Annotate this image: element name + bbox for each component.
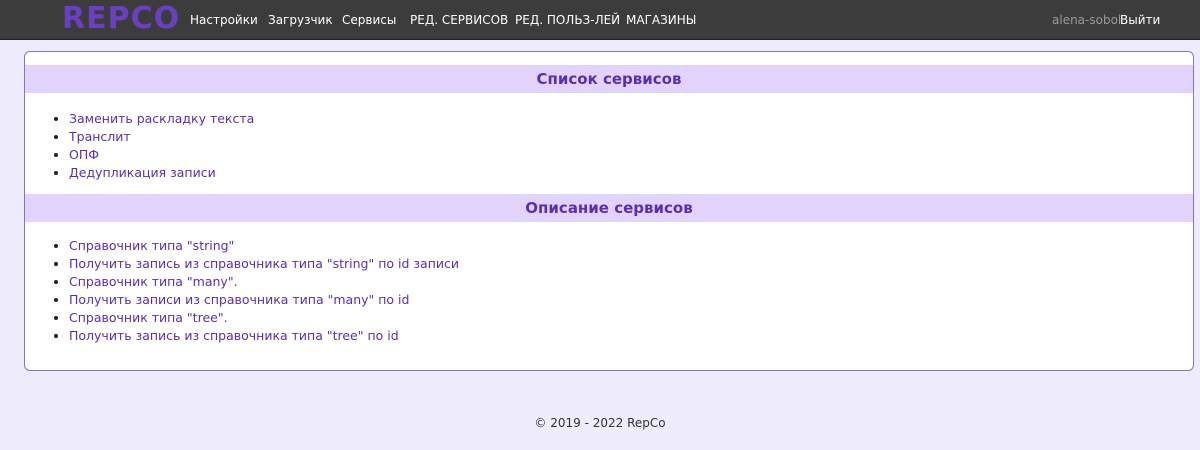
main-panel: Список сервисов Заменить раскладку текст… (24, 51, 1194, 371)
description-link-string[interactable]: Справочник типа "string" (69, 238, 234, 253)
nav-settings[interactable]: Настройки (190, 12, 258, 28)
nav-edit-services[interactable]: РЕД. СЕРВИСОВ (410, 12, 508, 28)
logout-link[interactable]: Выйти (1120, 12, 1160, 28)
services-description-title: Описание сервисов (25, 194, 1193, 222)
service-link-layout-swap[interactable]: Заменить раскладку текста (69, 111, 254, 126)
nav-services[interactable]: Сервисы (342, 12, 396, 28)
service-link-opf[interactable]: ОПФ (69, 147, 99, 162)
list-item: ОПФ (69, 146, 254, 164)
list-item: Справочник типа "tree". (69, 309, 459, 327)
list-item: Транслит (69, 128, 254, 146)
current-user: alena-sobol (1052, 13, 1122, 27)
list-item: Справочник типа "string" (69, 237, 459, 255)
brand-logo[interactable]: REPCO (62, 2, 180, 36)
list-item: Справочник типа "many". (69, 273, 459, 291)
nav-shops[interactable]: МАГАЗИНЫ (626, 12, 696, 28)
description-link-many[interactable]: Справочник типа "many". (69, 274, 238, 289)
description-link-many-by-id[interactable]: Получить записи из справочника типа "man… (69, 292, 409, 307)
description-link-tree-by-id[interactable]: Получить запись из справочника типа "tre… (69, 328, 399, 343)
service-link-dedup[interactable]: Дедупликация записи (69, 165, 216, 180)
nav-edit-users[interactable]: РЕД. ПОЛЬЗ-ЛЕЙ (515, 12, 620, 28)
service-link-translit[interactable]: Транслит (69, 129, 131, 144)
description-link-tree[interactable]: Справочник типа "tree". (69, 310, 228, 325)
top-navbar: REPCO Настройки Загрузчик Сервисы РЕД. С… (0, 0, 1200, 40)
list-item: Получить записи из справочника типа "man… (69, 291, 459, 309)
description-link-string-by-id[interactable]: Получить запись из справочника типа "str… (69, 256, 459, 271)
list-item: Заменить раскладку текста (69, 110, 254, 128)
nav-loader[interactable]: Загрузчик (268, 12, 333, 28)
descriptions-list: Справочник типа "string" Получить запись… (55, 237, 459, 345)
services-list-title: Список сервисов (25, 65, 1193, 93)
footer-copyright: © 2019 - 2022 RepCo (534, 416, 666, 430)
list-item: Получить запись из справочника типа "str… (69, 255, 459, 273)
list-item: Дедупликация записи (69, 164, 254, 182)
list-item: Получить запись из справочника типа "tre… (69, 327, 459, 345)
services-list: Заменить раскладку текста Транслит ОПФ Д… (55, 110, 254, 182)
